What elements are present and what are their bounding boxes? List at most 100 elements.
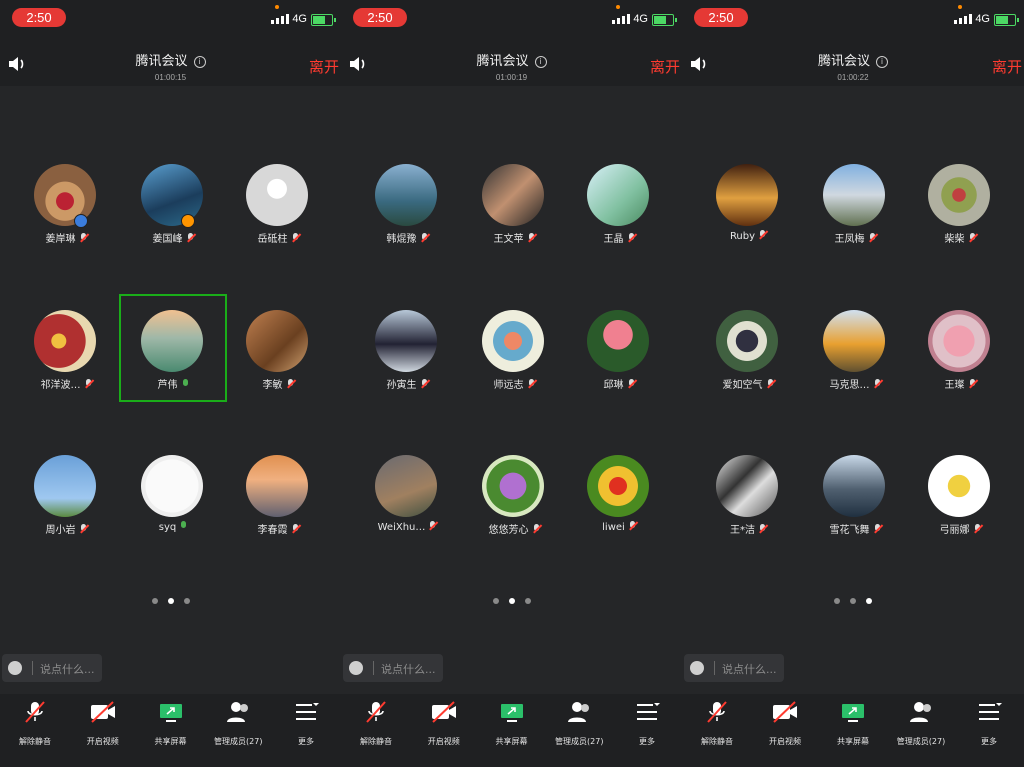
participant-tile[interactable]: 岳砥柱 bbox=[226, 150, 330, 254]
page-dot[interactable] bbox=[492, 598, 499, 604]
participant-tile[interactable]: 柴柴 bbox=[908, 150, 1012, 254]
leave-button[interactable]: 离开 bbox=[309, 56, 339, 77]
participant-name: 李春霞 bbox=[257, 525, 288, 536]
start-video-button[interactable]: 开启视频 bbox=[754, 694, 816, 767]
more-label: 更多 bbox=[298, 737, 314, 746]
status-time[interactable]: 2:50 bbox=[694, 8, 748, 27]
page-dot[interactable] bbox=[508, 598, 515, 604]
leave-button[interactable]: 离开 bbox=[992, 56, 1022, 77]
participant-tile[interactable]: 孙寅生 bbox=[355, 296, 459, 400]
participant-tile[interactable]: 祁洋波… bbox=[14, 296, 118, 400]
participant-tile[interactable]: 芦伟 bbox=[119, 294, 227, 402]
mic-muted-icon bbox=[969, 379, 976, 389]
meeting-title: 腾讯会议 bbox=[476, 54, 529, 69]
host-badge-icon bbox=[74, 214, 88, 228]
chat-input[interactable]: 说点什么... bbox=[2, 654, 102, 682]
meeting-title-area: 腾讯会议 i 01:00:15 bbox=[0, 50, 341, 82]
participant-name: 岳砥柱 bbox=[257, 234, 288, 245]
mic-muted-icon bbox=[869, 233, 876, 243]
participant-name-row: 邱琳 bbox=[567, 376, 671, 391]
mic-off-icon bbox=[707, 701, 727, 723]
participant-tile[interactable]: 师远志 bbox=[462, 296, 566, 400]
participant-tile[interactable]: 马克思… bbox=[803, 296, 907, 400]
start-video-label: 开启视频 bbox=[86, 737, 119, 746]
more-button[interactable]: 更多 bbox=[275, 694, 337, 767]
avatar bbox=[482, 310, 544, 372]
participant-tile[interactable]: 邱琳 bbox=[567, 296, 671, 400]
status-time[interactable]: 2:50 bbox=[353, 8, 407, 27]
participant-name: 祁洋波… bbox=[40, 380, 81, 391]
participant-tile[interactable]: 王凤梅 bbox=[803, 150, 907, 254]
mic-muted-icon bbox=[528, 379, 535, 389]
participant-tile[interactable]: 弓丽娜 bbox=[908, 441, 1012, 545]
manage-members-button[interactable]: 管理成员(27) bbox=[548, 694, 610, 767]
info-icon[interactable]: i bbox=[876, 56, 888, 68]
start-video-button[interactable]: 开启视频 bbox=[413, 694, 475, 767]
start-video-button[interactable]: 开启视频 bbox=[72, 694, 134, 767]
info-icon[interactable]: i bbox=[193, 56, 206, 68]
page-dot[interactable] bbox=[183, 598, 190, 604]
page-dot[interactable] bbox=[834, 598, 840, 604]
participant-tile[interactable]: 王文苹 bbox=[462, 150, 566, 254]
unmute-label: 解除静音 bbox=[360, 737, 392, 746]
meeting-title-area: 腾讯会议 i 01:00:22 bbox=[682, 50, 1024, 82]
participant-tile[interactable]: 李敏 bbox=[226, 296, 330, 400]
participant-tile[interactable]: 悠悠芳心 bbox=[462, 441, 566, 545]
participant-tile[interactable]: 雪花飞舞 bbox=[803, 441, 907, 545]
meeting-title: 腾讯会议 bbox=[817, 54, 870, 69]
participant-name-row: 柴柴 bbox=[908, 230, 1012, 245]
more-button[interactable]: 更多 bbox=[616, 694, 678, 767]
chat-input[interactable]: 说点什么... bbox=[684, 654, 784, 682]
members-icon bbox=[227, 702, 249, 722]
page-dot[interactable] bbox=[524, 598, 531, 604]
unmute-button[interactable]: 解除静音 bbox=[686, 694, 748, 767]
page-dot[interactable] bbox=[151, 598, 158, 604]
participant-tile[interactable]: liwei bbox=[567, 441, 671, 545]
participant-name: 周小岩 bbox=[45, 525, 76, 536]
participant-name: WeiXhu… bbox=[377, 522, 426, 533]
status-time[interactable]: 2:50 bbox=[12, 8, 66, 27]
share-screen-icon bbox=[500, 704, 523, 722]
participant-tile[interactable]: Ruby bbox=[696, 150, 800, 254]
participant-tile[interactable]: 李春霞 bbox=[226, 441, 330, 545]
share-screen-label: 共享屏幕 bbox=[495, 737, 528, 746]
share-screen-button[interactable]: 共享屏幕 bbox=[140, 694, 202, 767]
manage-members-button[interactable]: 管理成员(27) bbox=[890, 694, 952, 767]
emoji-icon[interactable] bbox=[690, 661, 704, 675]
unmute-button[interactable]: 解除静音 bbox=[345, 694, 407, 767]
page-dot[interactable] bbox=[167, 598, 174, 604]
more-button[interactable]: 更多 bbox=[958, 694, 1020, 767]
participant-tile[interactable]: 姜岸琳 bbox=[14, 150, 118, 254]
mic-muted-icon bbox=[80, 233, 87, 243]
page-dot[interactable] bbox=[850, 598, 856, 604]
participant-tile[interactable]: 王晶 bbox=[567, 150, 671, 254]
mic-muted-icon bbox=[767, 379, 774, 389]
participant-name-row: Ruby bbox=[696, 230, 800, 242]
manage-members-button[interactable]: 管理成员(27) bbox=[207, 694, 269, 767]
start-video-label: 开启视频 bbox=[427, 737, 460, 746]
participant-tile[interactable]: syq bbox=[121, 441, 225, 545]
participant-tile[interactable]: 爱如空气 bbox=[696, 296, 800, 400]
avatar bbox=[141, 310, 203, 372]
share-screen-button[interactable]: 共享屏幕 bbox=[481, 694, 543, 767]
unmute-button[interactable]: 解除静音 bbox=[4, 694, 66, 767]
leave-button[interactable]: 离开 bbox=[650, 56, 680, 77]
emoji-icon[interactable] bbox=[349, 661, 363, 675]
participant-tile[interactable]: 姜国峰 bbox=[121, 150, 225, 254]
participant-tile[interactable]: 周小岩 bbox=[14, 441, 118, 545]
mic-muted-icon bbox=[292, 233, 299, 243]
participant-tile[interactable]: 王*洁 bbox=[696, 441, 800, 545]
emoji-icon[interactable] bbox=[8, 661, 22, 675]
chat-input[interactable]: 说点什么... bbox=[343, 654, 443, 682]
info-icon[interactable]: i bbox=[534, 56, 547, 68]
network-type: 4G bbox=[975, 13, 990, 25]
page-dot[interactable] bbox=[866, 598, 872, 604]
participant-name: 芦伟 bbox=[157, 380, 178, 391]
participant-tile[interactable]: 韩焜豫 bbox=[355, 150, 459, 254]
mic-muted-icon bbox=[628, 233, 635, 243]
participant-tile[interactable]: WeiXhu… bbox=[355, 441, 459, 545]
participant-tile[interactable]: 王璨 bbox=[908, 296, 1012, 400]
video-off-icon bbox=[431, 701, 456, 723]
share-screen-button[interactable]: 共享屏幕 bbox=[822, 694, 884, 767]
participant-name: 李敏 bbox=[262, 380, 283, 391]
